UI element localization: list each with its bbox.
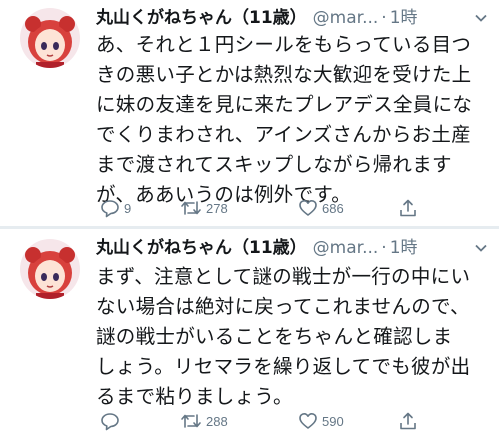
handle[interactable]: @mar...: [313, 8, 379, 28]
handle[interactable]: @mar...: [313, 238, 379, 258]
share-button[interactable]: [398, 196, 418, 220]
tweet-text-line: ない場合は絶対に戻ってこれませんので、: [96, 295, 470, 318]
timestamp[interactable]: 1時: [390, 8, 418, 28]
reply-button[interactable]: [100, 409, 124, 433]
tweet-text-line: 謎の戦士がいることをちゃんと確認しま: [96, 325, 453, 348]
tweet-text: あ、それと１円シールをもらっている目つ きの悪い子とかは熱烈な大歓迎を受けた上 …: [96, 30, 492, 210]
timestamp[interactable]: 1時: [390, 238, 418, 258]
tweet[interactable]: 丸山くがねちゃん（11歳） @mar... · 1時 まず、注意として謎の戦士が一行の…: [0, 229, 499, 447]
share-icon: [398, 411, 418, 431]
retweet-count: 278: [206, 200, 228, 216]
display-name[interactable]: 丸山くがねちゃん（11歳）: [96, 238, 307, 258]
tweet-text: まず、注意として謎の戦士が一行の中にい ない場合は絶対に戻ってこれませんので、 …: [96, 262, 492, 412]
retweet-button[interactable]: 278: [180, 196, 228, 220]
chevron-down-icon[interactable]: [471, 236, 491, 260]
retweet-icon: [180, 411, 202, 431]
tweet-text-line: でくりまわされ、アインズさんからお土産: [96, 123, 472, 146]
display-name[interactable]: 丸山くがねちゃん（11歳）: [96, 8, 307, 28]
tweet-text-line: まず、注意として謎の戦士が一行の中にい: [96, 265, 471, 288]
tweet-text-line: きの悪い子とかは熱烈な大歓迎を受けた上: [96, 63, 472, 86]
reply-button[interactable]: 9: [100, 196, 131, 220]
tweet-text-line: に妹の友達を見に来たプレアデス全員にな: [96, 93, 473, 116]
retweet-button[interactable]: 288: [180, 409, 228, 433]
share-icon: [398, 198, 418, 218]
tweet-header: 丸山くがねちゃん（11歳） @mar... · 1時: [96, 236, 491, 260]
like-count: 590: [322, 413, 344, 429]
share-button[interactable]: [398, 409, 418, 433]
reply-icon: [100, 198, 120, 218]
tweet-text-line: まで渡されてスキップしながら帰れます: [96, 153, 452, 176]
tweet-text-line: るまで粘りましょう。: [96, 385, 293, 408]
tweet-text-line: あ、それと１円シールをもらっている目つ: [96, 33, 472, 56]
retweet-icon: [180, 198, 202, 218]
chevron-down-icon[interactable]: [471, 6, 491, 30]
separator-dot: ·: [381, 238, 387, 258]
heart-icon: [298, 411, 318, 431]
heart-icon: [298, 198, 318, 218]
separator-dot: ·: [381, 8, 387, 28]
tweet-header: 丸山くがねちゃん（11歳） @mar... · 1時: [96, 6, 491, 30]
action-bar: 288 590: [100, 409, 430, 433]
action-bar: 9 278 686: [100, 196, 430, 220]
reply-count: 9: [124, 200, 132, 216]
avatar[interactable]: [20, 8, 80, 68]
like-button[interactable]: 686: [298, 196, 344, 220]
like-count: 686: [322, 200, 344, 216]
like-button[interactable]: 590: [298, 409, 344, 433]
reply-icon: [100, 411, 120, 431]
retweet-count: 288: [206, 413, 228, 429]
tweet-text-line: しょう。リセマラを繰り返してでも彼が出: [96, 355, 471, 378]
tweet[interactable]: 丸山くがねちゃん（11歳） @mar... · 1時 あ、それと１円シールをもらってい…: [0, 0, 499, 226]
avatar[interactable]: [20, 239, 80, 299]
